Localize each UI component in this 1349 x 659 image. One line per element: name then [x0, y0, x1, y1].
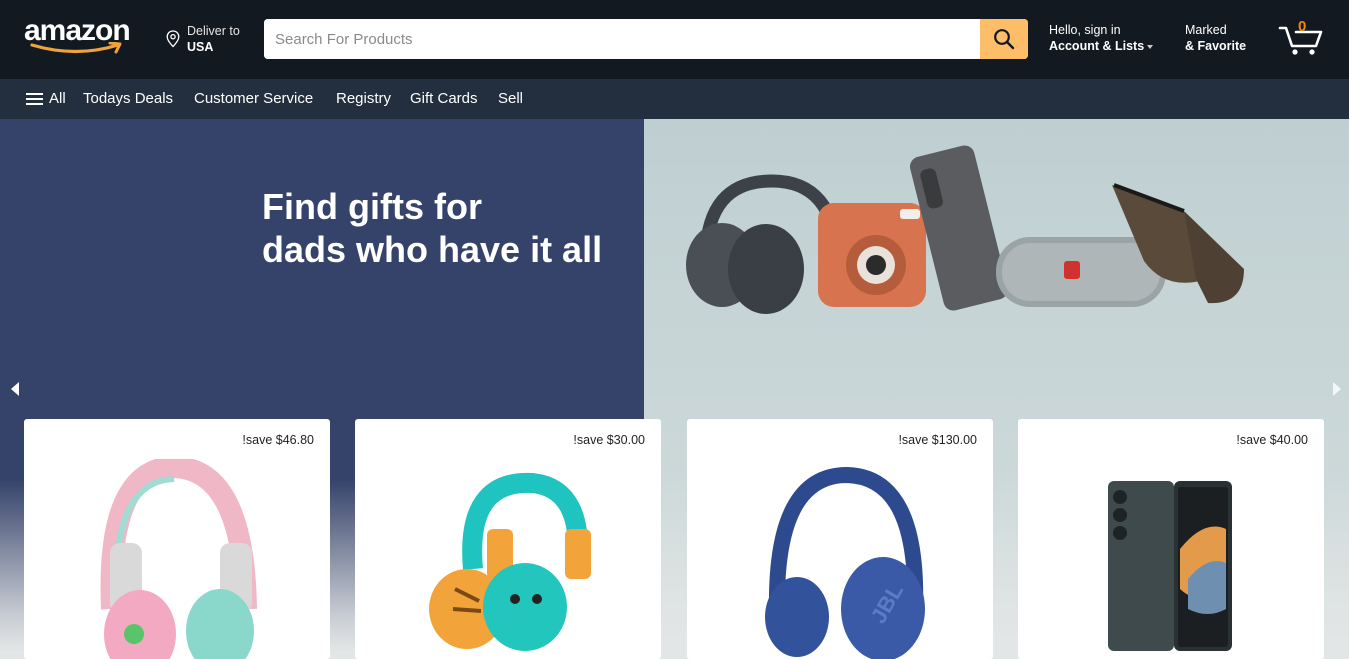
search-bar — [264, 19, 1028, 59]
product-card[interactable]: !save $40.00 — [1018, 419, 1324, 659]
save-badge: !save $30.00 — [573, 433, 645, 447]
nav-all-label: All — [49, 90, 66, 107]
search-icon — [994, 29, 1015, 50]
kids-headphones-pink-image — [100, 459, 257, 659]
product-card[interactable]: !save $46.80 — [24, 419, 330, 659]
account-lists[interactable]: Hello, sign in Account & Lists — [1049, 23, 1154, 53]
product-card[interactable]: !save $30.00 — [355, 419, 661, 659]
hero-title-line1: Find gifts for — [262, 186, 482, 227]
carousel-prev-button[interactable] — [8, 379, 24, 399]
nav-bar: All Todays Deals Customer Service Regist… — [0, 79, 1349, 119]
triangle-left-icon — [11, 382, 19, 396]
deliver-label: Deliver to — [187, 24, 240, 38]
search-button[interactable] — [980, 19, 1028, 59]
account-label: Account & Lists — [1049, 39, 1145, 53]
cart-count: 0 — [1298, 18, 1307, 35]
deliver-to[interactable]: Deliver to USA — [166, 22, 256, 56]
nav-item-sell[interactable]: Sell — [498, 79, 523, 119]
carousel-next-button[interactable] — [1328, 379, 1344, 399]
account-greeting: Hello, sign in — [1049, 23, 1121, 37]
hero-title-line2: dads who have it all — [262, 229, 603, 270]
product-card[interactable]: !save $130.00 JBL — [687, 419, 993, 659]
top-header: amazon Deliver to USA Hello, sign in Acc… — [0, 0, 1349, 79]
amazon-logo[interactable]: amazon — [24, 14, 140, 58]
foldable-phone-image — [1108, 481, 1232, 651]
search-input[interactable] — [264, 19, 980, 59]
nav-item-customer-service[interactable]: Customer Service — [194, 79, 313, 119]
deliver-location: USA — [187, 40, 214, 54]
nav-item-gift-cards[interactable]: Gift Cards — [410, 79, 478, 119]
nav-all-menu[interactable]: All — [26, 79, 66, 119]
save-badge: !save $46.80 — [242, 433, 314, 447]
jbl-headphones-blue-image: JBL — [765, 466, 925, 659]
favorite-label: & Favorite — [1185, 39, 1247, 53]
marked-favorite[interactable]: Marked & Favorite — [1185, 23, 1246, 53]
menu-icon — [26, 93, 43, 105]
triangle-right-icon — [1333, 382, 1341, 396]
marked-label: Marked — [1185, 23, 1227, 37]
cart-button[interactable]: 0 — [1278, 18, 1324, 56]
hero-title: Find gifts for dads who have it all — [262, 185, 622, 271]
location-pin-icon — [166, 30, 180, 48]
smile-arrow-icon — [30, 42, 122, 54]
save-badge: !save $130.00 — [898, 433, 977, 447]
nav-item-registry[interactable]: Registry — [336, 79, 391, 119]
caret-down-icon — [1147, 44, 1154, 49]
kids-headphones-tiger-image — [429, 472, 591, 651]
gift-products-image — [686, 145, 1244, 314]
save-badge: !save $40.00 — [1236, 433, 1308, 447]
nav-item-todays-deals[interactable]: Todays Deals — [83, 79, 173, 119]
